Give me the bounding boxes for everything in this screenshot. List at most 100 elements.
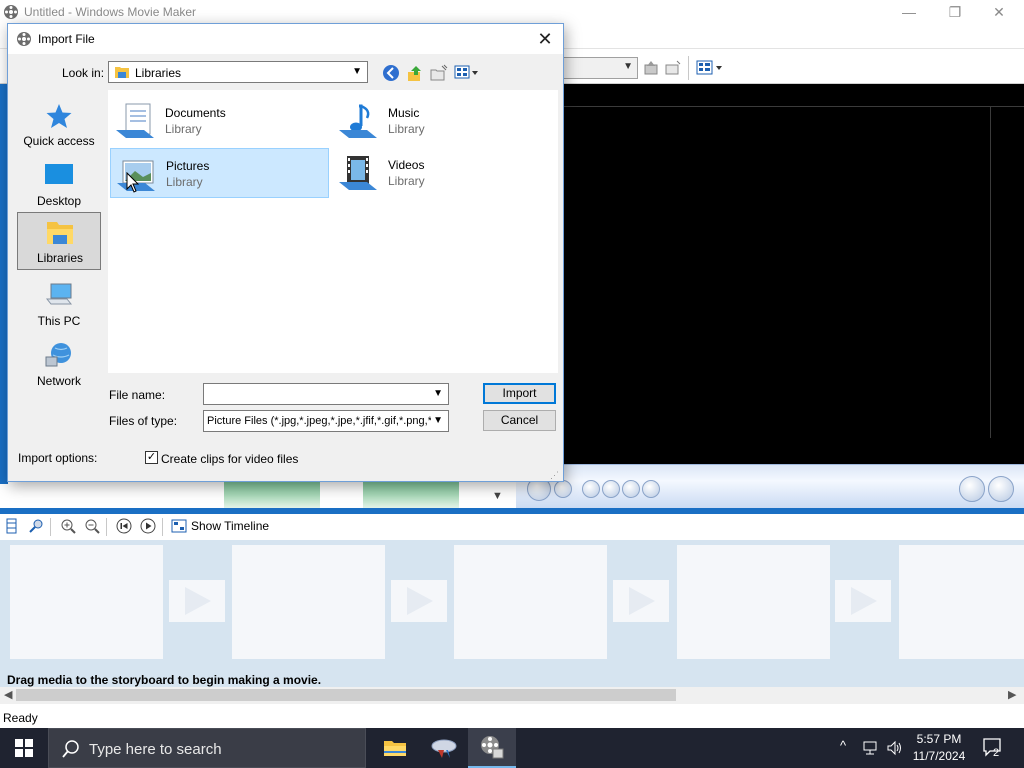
import-button[interactable]: Import [483, 383, 556, 404]
look-in-label: Look in: [62, 66, 105, 80]
place-quick-access[interactable]: Quick access [17, 96, 101, 154]
videos-library-icon [337, 154, 381, 197]
create-new-folder-icon[interactable] [430, 64, 448, 82]
close-icon: ✕ [993, 3, 1005, 20]
transition-slot[interactable] [835, 580, 891, 622]
clip-thumbnail-strip [198, 482, 514, 508]
chevron-down-icon[interactable]: ▼ [433, 388, 443, 399]
taskbar-file-explorer[interactable] [371, 728, 419, 768]
previous-frame-button[interactable] [582, 480, 600, 498]
search-icon [62, 740, 79, 758]
taskbar-search-box[interactable]: Type here to search [48, 728, 366, 768]
files-of-type-value: Picture Files (*.jpg,*.jpeg,*.jpe,*.jfif… [207, 415, 431, 427]
file-name-input[interactable]: ▼ [203, 383, 449, 405]
start-button[interactable] [0, 728, 48, 768]
timeline-icon[interactable] [171, 518, 187, 534]
back-icon[interactable] [382, 64, 400, 82]
stop-button[interactable] [554, 480, 572, 498]
movie-maker-app-icon [3, 4, 19, 23]
horizontal-scrollbar[interactable]: ◀ ▶ [0, 687, 1024, 704]
up-level-icon[interactable] [642, 59, 660, 77]
dialog-close-button[interactable]: ✕ [528, 25, 562, 53]
file-list[interactable]: Documents Library Music Library Pictures… [108, 90, 558, 373]
clip-thumbnail[interactable] [363, 482, 459, 508]
taskbar-movie-maker[interactable] [468, 728, 516, 768]
transition-slot[interactable] [613, 580, 669, 622]
zoom-in-icon[interactable] [60, 518, 76, 534]
clock-time: 5:57 PM [916, 732, 962, 746]
preview-monitor [516, 84, 1024, 464]
libraries-icon [46, 219, 74, 250]
collection-dropdown[interactable]: ▼ [563, 57, 638, 79]
library-pictures[interactable]: Pictures Library [110, 148, 329, 198]
library-videos[interactable]: Videos Library [333, 148, 552, 198]
take-picture-button[interactable] [988, 476, 1014, 502]
restore-button[interactable]: ❐ [932, 0, 978, 24]
place-this-pc[interactable]: This PC [17, 276, 101, 334]
new-folder-icon[interactable] [664, 59, 682, 77]
storyboard-slot[interactable] [454, 545, 607, 659]
create-clips-checkbox[interactable]: ✓ [145, 451, 158, 464]
transition-slot[interactable] [391, 580, 447, 622]
main-close-button[interactable]: ✕ [976, 0, 1022, 24]
look-in-dropdown[interactable]: Libraries ▼ [108, 61, 368, 83]
narrate-icon[interactable] [28, 518, 44, 534]
split-clip-button[interactable] [959, 476, 985, 502]
library-documents[interactable]: Documents Library [110, 96, 329, 146]
movie-maker-icon [481, 736, 504, 759]
place-network[interactable]: Network [17, 336, 101, 394]
scrollbar-thumb[interactable] [16, 689, 676, 701]
minimize-icon: — [902, 4, 916, 20]
view-menu-icon[interactable] [454, 64, 480, 82]
transition-slot[interactable] [169, 580, 225, 622]
minimize-button[interactable]: — [886, 0, 932, 24]
library-name: Music [388, 106, 420, 120]
up-one-level-icon[interactable] [406, 64, 424, 82]
taskbar-app-2[interactable] [420, 728, 468, 768]
network-icon[interactable] [862, 740, 880, 759]
library-name: Pictures [166, 159, 210, 173]
storyboard-slot[interactable] [677, 545, 830, 659]
chevron-down-icon[interactable]: ▼ [492, 490, 503, 502]
place-label: Quick access [23, 134, 95, 148]
storyboard-slot[interactable] [899, 545, 1024, 659]
scroll-right-icon[interactable]: ▶ [1008, 688, 1016, 701]
library-subtitle: Library [165, 122, 202, 136]
create-clips-label[interactable]: Create clips for video files [161, 452, 298, 466]
status-bar: Ready [0, 706, 1024, 728]
search-placeholder: Type here to search [89, 741, 222, 758]
rewind-storyboard-icon[interactable] [116, 518, 132, 534]
files-of-type-label: Files of type: [109, 414, 178, 428]
taskbar-clock[interactable]: 5:57 PM 11/7/2024 [902, 731, 976, 765]
library-music[interactable]: Music Library [333, 96, 552, 146]
library-name: Documents [165, 106, 226, 120]
forward-button[interactable] [622, 480, 640, 498]
play-storyboard-icon[interactable] [140, 518, 156, 534]
place-libraries[interactable]: Libraries [17, 212, 101, 270]
transition-arrow-icon [407, 587, 433, 615]
files-of-type-dropdown[interactable]: Picture Files (*.jpg,*.jpeg,*.jpe,*.jfif… [203, 410, 449, 432]
place-label: Libraries [36, 251, 84, 265]
rewind-button[interactable] [602, 480, 620, 498]
dialog-titlebar[interactable]: Import File [8, 24, 563, 54]
storyboard-slot[interactable] [232, 545, 385, 659]
show-timeline-button[interactable]: Show Timeline [191, 519, 269, 533]
zoom-out-icon[interactable] [84, 518, 100, 534]
toolbar-separator [106, 518, 107, 536]
views-menu-icon[interactable] [696, 59, 724, 77]
place-desktop[interactable]: Desktop [17, 156, 101, 214]
next-frame-button[interactable] [642, 480, 660, 498]
library-name: Videos [388, 158, 425, 172]
clip-thumbnail[interactable] [224, 482, 320, 508]
resize-grip-icon[interactable]: ⋰ [550, 470, 559, 481]
cancel-button[interactable]: Cancel [483, 410, 556, 431]
scroll-left-icon[interactable]: ◀ [4, 688, 12, 701]
restore-icon: ❐ [948, 3, 962, 20]
storyboard-view-icon[interactable] [4, 518, 20, 534]
toolbar-separator [50, 518, 51, 536]
preview-guide [990, 106, 991, 438]
storyboard-slot[interactable] [10, 545, 163, 659]
places-bar: Quick access Desktop Libraries This PC N… [13, 88, 105, 388]
place-label: This PC [37, 314, 81, 328]
show-hidden-icons-icon[interactable]: ^ [840, 738, 846, 753]
